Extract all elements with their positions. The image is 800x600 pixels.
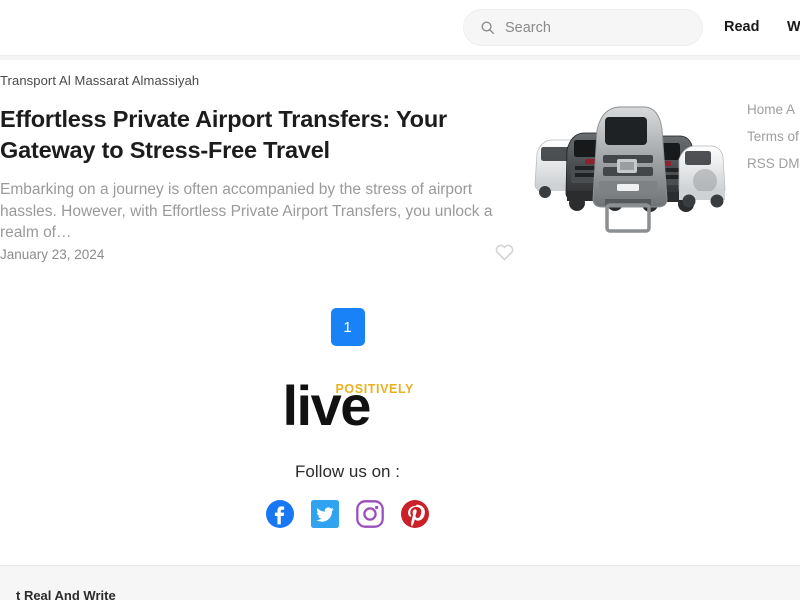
instagram-icon[interactable] — [356, 500, 384, 528]
site-logo[interactable]: live POSITIVELY — [283, 375, 414, 437]
facebook-icon[interactable] — [266, 500, 294, 528]
page-root: Read W Transport Al Massarat Almassiyah … — [0, 0, 800, 600]
footer-link-terms[interactable]: Terms of — [747, 129, 799, 144]
footer-links-row-3: RSS DM — [747, 150, 800, 177]
nav-link-write[interactable]: W — [787, 19, 800, 35]
follow-us-label: Follow us on : — [295, 462, 400, 481]
footer-links-row-1: Home A — [747, 96, 800, 123]
site-header: Read W — [0, 0, 800, 55]
search-box[interactable] — [463, 9, 703, 46]
article-card[interactable]: Transport Al Massarat Almassiyah Effortl… — [0, 72, 514, 262]
site-footer: live POSITIVELY Follow us on : — [0, 375, 695, 528]
pagination-page-1[interactable]: 1 — [330, 308, 365, 346]
pinterest-icon[interactable] — [401, 500, 429, 528]
footer-links-column: Home A Terms of RSS DM — [747, 96, 800, 177]
article-date: January 23, 2024 — [0, 247, 105, 262]
article-title[interactable]: Effortless Private Airport Transfers: Yo… — [0, 104, 500, 166]
footer-link-rss-dmca[interactable]: RSS DM — [747, 156, 800, 171]
fleet-of-vans-image — [519, 95, 734, 240]
nav-link-read[interactable]: Read — [724, 19, 759, 35]
search-input[interactable] — [505, 19, 685, 36]
footer-bottom-band — [0, 566, 800, 600]
logo-tagline: POSITIVELY — [335, 382, 414, 396]
heart-icon[interactable] — [494, 242, 515, 261]
footer-link-home[interactable]: Home A — [747, 102, 795, 117]
header-divider — [0, 55, 800, 60]
pagination: 1 — [0, 308, 695, 346]
article-excerpt: Embarking on a journey is often accompan… — [0, 181, 493, 241]
article-source[interactable]: Transport Al Massarat Almassiyah — [0, 72, 514, 90]
article-thumbnail[interactable] — [519, 95, 734, 240]
social-links — [0, 500, 695, 528]
footer-links-row-2: Terms of — [747, 123, 800, 150]
search-icon — [481, 21, 495, 35]
footer-bottom-text: t Real And Write — [16, 588, 116, 600]
twitter-icon[interactable] — [311, 500, 339, 528]
